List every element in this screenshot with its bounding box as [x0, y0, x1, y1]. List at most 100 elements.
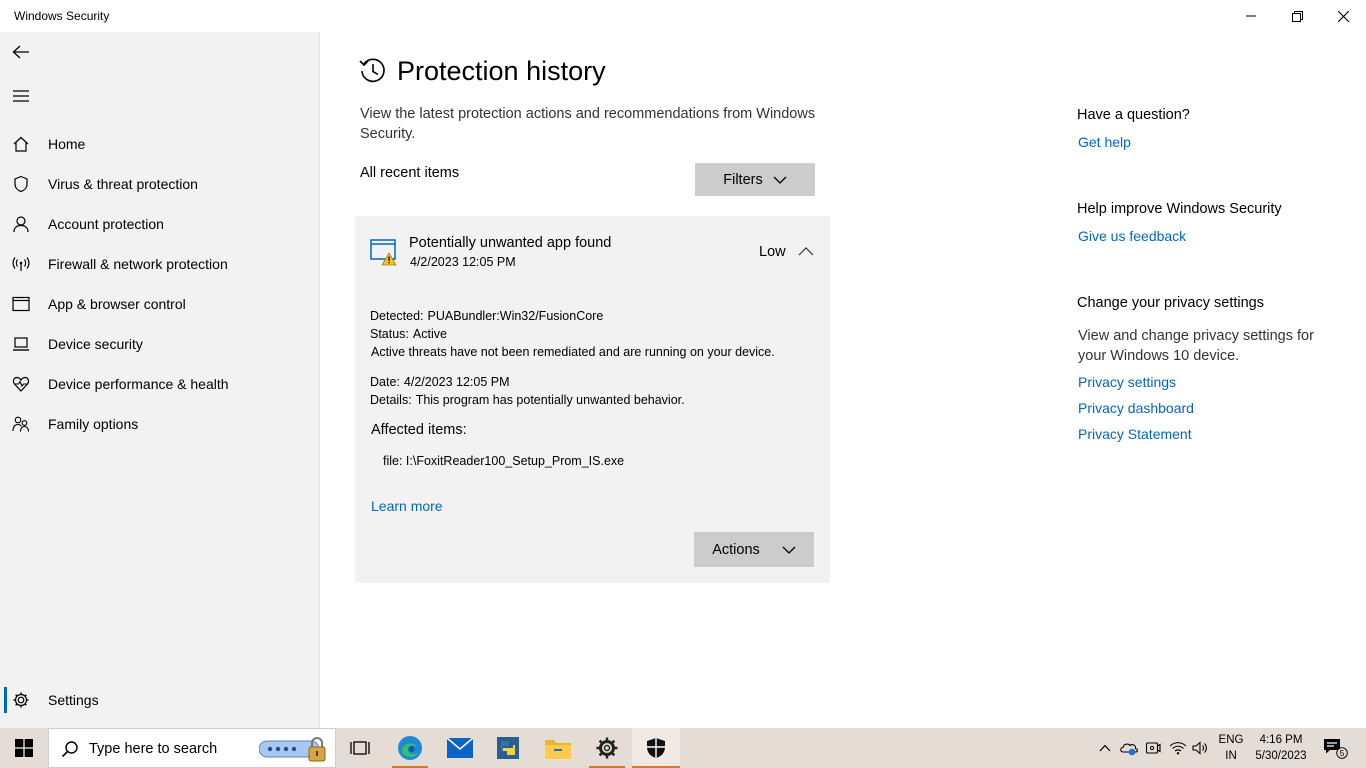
hamburger-icon: [13, 90, 29, 102]
filters-button[interactable]: Filters: [695, 163, 815, 196]
wifi-icon: [1169, 742, 1187, 755]
show-hidden-icons-button[interactable]: [1096, 728, 1114, 768]
sidebar-item-firewall[interactable]: Firewall & network protection: [0, 245, 320, 283]
cloud-sync-icon: [1120, 743, 1138, 756]
python-taskbar-button[interactable]: [484, 728, 532, 768]
sidebar-item-home[interactable]: Home: [0, 125, 320, 163]
sidebar: Home Virus & threat protection Account p…: [0, 32, 320, 728]
sidebar-item-label: Device performance & health: [48, 376, 229, 392]
speaker-icon: [1192, 741, 1207, 755]
actions-button[interactable]: Actions: [694, 532, 814, 567]
status-key: Status:: [370, 327, 409, 341]
privacy-settings-link[interactable]: Privacy settings: [1078, 374, 1176, 390]
detected-value: PUABundler:Win32/FusionCore: [427, 309, 604, 323]
heart-pulse-icon: [11, 374, 31, 394]
date-row: Date: 4/2/2023 12:05 PM: [370, 375, 510, 389]
person-icon: [11, 214, 31, 234]
meet-now-tray-button[interactable]: [1143, 728, 1163, 768]
history-icon: [359, 58, 385, 83]
back-button[interactable]: [6, 38, 36, 66]
search-icon: [61, 741, 78, 758]
question-heading: Have a question?: [1077, 107, 1190, 123]
restore-icon: [1291, 10, 1303, 22]
threat-title: Potentially unwanted app found: [409, 235, 612, 251]
page-title: Protection history: [397, 56, 606, 86]
sidebar-item-settings[interactable]: Settings: [0, 681, 320, 719]
details-value: This program has potentially unwanted be…: [415, 393, 685, 407]
app-window-icon: [11, 294, 31, 314]
sidebar-item-family-options[interactable]: Family options: [0, 405, 320, 443]
edge-taskbar-button[interactable]: [386, 728, 434, 768]
page-description: View the latest protection actions and r…: [360, 106, 816, 142]
sidebar-item-label: Home: [48, 136, 86, 152]
sidebar-item-account-protection[interactable]: Account protection: [0, 205, 320, 243]
sidebar-item-virus-threat[interactable]: Virus & threat protection: [0, 165, 320, 203]
task-view-icon: [350, 741, 370, 755]
network-tray-button[interactable]: [1167, 728, 1189, 768]
keyboard-region: IN: [1225, 750, 1237, 762]
privacy-dashboard-link[interactable]: Privacy dashboard: [1078, 400, 1194, 416]
mail-taskbar-button[interactable]: [436, 728, 484, 768]
file-explorer-taskbar-button[interactable]: [534, 728, 582, 768]
windows-security-taskbar-button[interactable]: [632, 728, 680, 768]
chevron-up-icon: [1099, 744, 1111, 752]
get-help-link[interactable]: Get help: [1078, 134, 1131, 150]
selection-indicator: [4, 687, 7, 713]
privacy-description: View and change privacy settings for you…: [1078, 328, 1314, 364]
threat-date: 4/2/2023 12:05 PM: [410, 255, 516, 269]
window-title: Windows Security: [14, 9, 110, 23]
date-key: Date:: [370, 375, 400, 389]
restore-button[interactable]: [1274, 0, 1320, 32]
hamburger-menu-button[interactable]: [6, 82, 36, 110]
close-button[interactable]: [1320, 0, 1366, 32]
close-icon: [1337, 10, 1349, 22]
sidebar-item-device-security[interactable]: Device security: [0, 325, 320, 363]
meet-now-icon: [1145, 742, 1161, 754]
shield-icon: [11, 174, 31, 194]
notification-icon: 5: [1324, 739, 1348, 759]
details-key: Details:: [370, 393, 412, 407]
detected-key: Detected:: [370, 309, 424, 323]
detected-row: Detected: PUABundler:Win32/FusionCore: [370, 309, 603, 323]
clock-time: 4:16 PM: [1259, 734, 1303, 746]
start-button[interactable]: [0, 728, 48, 768]
clock[interactable]: 4:16 PM 5/30/2023: [1252, 732, 1310, 764]
laptop-icon: [11, 334, 31, 354]
taskbar: Type here to search ENG IN 4:16 PM 5/30/…: [0, 728, 1366, 768]
sidebar-item-app-browser[interactable]: App & browser control: [0, 285, 320, 323]
onedrive-tray-button[interactable]: [1118, 728, 1140, 768]
python-icon: [497, 737, 519, 759]
collapse-button[interactable]: [795, 242, 817, 260]
windows-security-icon: [647, 738, 665, 758]
notification-center-button[interactable]: 5: [1318, 728, 1352, 768]
family-icon: [11, 414, 31, 434]
volume-tray-button[interactable]: [1190, 728, 1212, 768]
chevron-up-icon: [798, 246, 814, 255]
search-placeholder: Type here to search: [89, 741, 218, 757]
feedback-link[interactable]: Give us feedback: [1078, 228, 1186, 244]
password-lock-icon: [259, 737, 326, 762]
sidebar-item-label: Virus & threat protection: [48, 176, 198, 192]
sidebar-item-device-performance[interactable]: Device performance & health: [0, 365, 320, 403]
file-explorer-icon: [545, 740, 571, 759]
clock-date: 5/30/2023: [1255, 750, 1307, 762]
settings-taskbar-button[interactable]: [583, 728, 631, 768]
filters-label: Filters: [723, 171, 763, 188]
status-note: Active threats have not been remediated …: [371, 345, 775, 359]
taskbar-search-box[interactable]: Type here to search: [48, 728, 336, 768]
affected-items-heading: Affected items:: [371, 422, 467, 438]
task-view-button[interactable]: [336, 728, 384, 768]
severity-level: Low: [759, 244, 786, 260]
affected-file-path: file: I:\FoxitReader100_Setup_Prom_IS.ex…: [383, 454, 625, 468]
edge-icon: [398, 736, 422, 760]
antenna-icon: [11, 254, 31, 274]
input-language-indicator[interactable]: ENG IN: [1214, 732, 1248, 764]
gear-icon: [11, 690, 31, 710]
privacy-statement-link[interactable]: Privacy Statement: [1078, 426, 1192, 442]
chevron-down-icon: [782, 546, 796, 554]
title-bar: Windows Security: [0, 0, 1366, 32]
learn-more-link[interactable]: Learn more: [371, 498, 443, 514]
minimize-button[interactable]: [1228, 0, 1274, 32]
status-value: Active: [412, 327, 447, 341]
back-arrow-icon: [12, 45, 29, 59]
